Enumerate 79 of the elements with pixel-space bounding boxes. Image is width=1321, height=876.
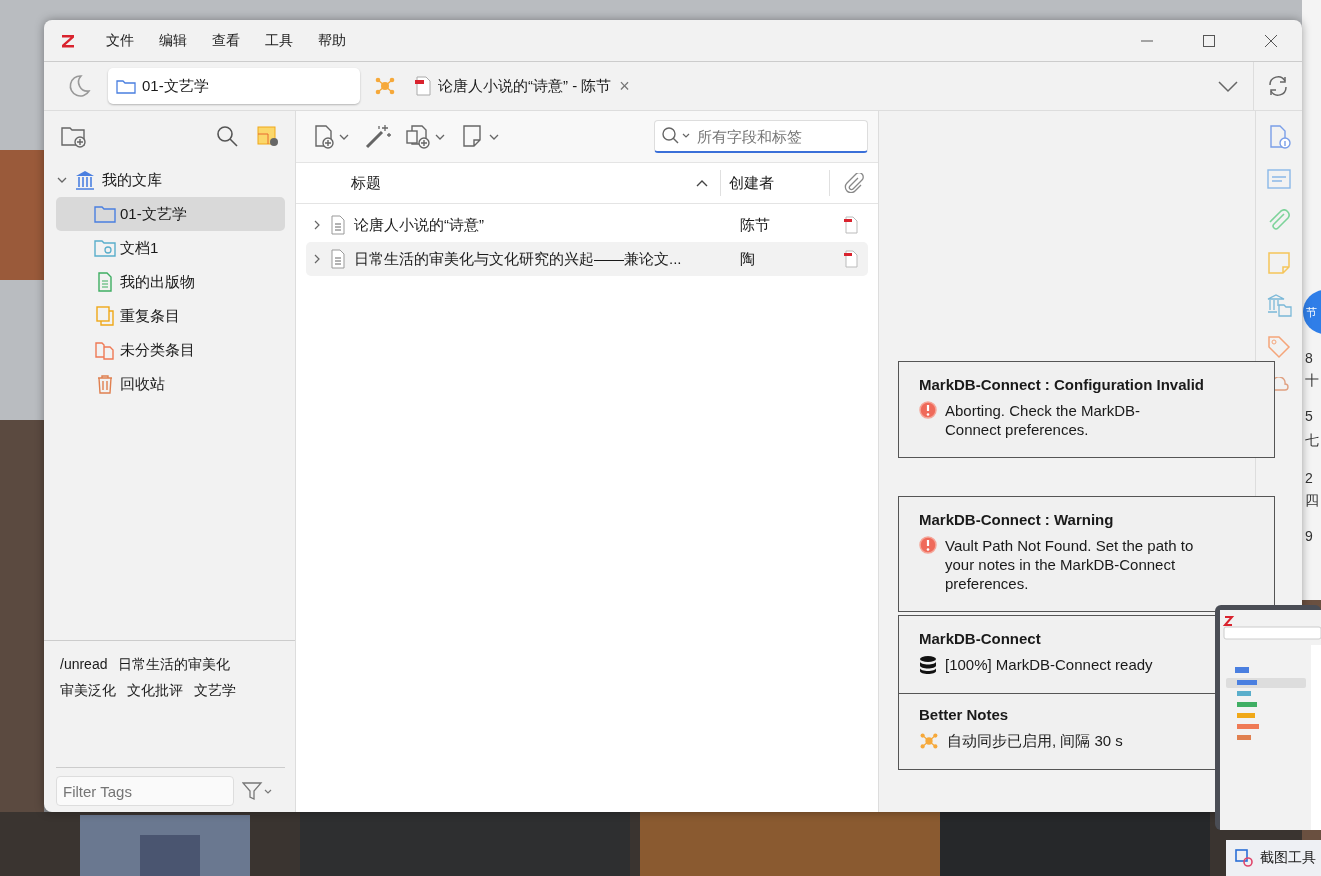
library-tab[interactable]: 01-文艺学 [108, 68, 360, 104]
calendar-date: 9 [1305, 528, 1313, 544]
paperclip-icon[interactable] [1267, 209, 1291, 233]
error-icon [919, 536, 937, 554]
better-notes-icon [919, 731, 939, 751]
notification-message: Vault Path Not Found. Set the path to your notes in the MarkDB-Connect preferences. [945, 536, 1195, 593]
notification-title: MarkDB-Connect : Warning [919, 511, 1115, 528]
chevron-down-icon[interactable] [1217, 79, 1239, 93]
search-bar[interactable]: 所有字段和标签 [654, 120, 868, 153]
item-row[interactable]: 日常生活的审美化与文化研究的兴起——兼论文... 陶 [306, 242, 868, 276]
collection-item[interactable]: 01-文艺学 [56, 197, 285, 231]
collection-item[interactable]: 文档1 [56, 231, 285, 265]
chevron-right-icon[interactable] [312, 219, 322, 231]
search-icon[interactable] [215, 124, 239, 148]
notification-title: Better Notes [919, 706, 1010, 723]
notification-message: 自动同步已启用, 间隔 30 s [947, 731, 1124, 750]
calendar-date: 2 [1305, 470, 1313, 486]
search-field[interactable]: 所有字段和标签 [695, 126, 867, 146]
menu-item[interactable]: 文件 [96, 27, 144, 54]
sync-icon[interactable] [1267, 75, 1289, 97]
item-creator: 陈节 [740, 215, 771, 235]
folder-icon [116, 78, 136, 94]
menu-item[interactable]: 查看 [202, 27, 250, 54]
calendar-date: 5 [1305, 408, 1313, 424]
filter-tags-field[interactable]: Filter Tags [56, 776, 234, 806]
filter-icon[interactable] [242, 781, 272, 801]
document-icon [330, 249, 346, 269]
tag[interactable]: 审美泛化 [60, 679, 116, 701]
chevron-right-icon[interactable] [312, 253, 322, 265]
library-icon [74, 169, 96, 191]
error-icon [919, 401, 937, 419]
notification-title: MarkDB-Connect : Configuration Invalid [919, 376, 1205, 393]
column-header[interactable]: 创建者 [720, 170, 829, 196]
item-title: 论唐人小说的“诗意” [354, 215, 485, 235]
item-row[interactable]: 论唐人小说的“诗意” 陈节 [306, 208, 868, 242]
snipping-tool-icon [1234, 848, 1254, 868]
collection-item[interactable]: 回收站 [56, 367, 285, 401]
snipping-tool-item[interactable]: 截图工具 [1226, 840, 1321, 876]
reader-tab[interactable]: 论唐人小说的“诗意” - 陈节 × [408, 68, 636, 104]
notification-message: Aborting. Check the MarkDB-Connect preferences. [945, 401, 1142, 439]
tag[interactable]: /unread [60, 653, 108, 675]
pdf-icon[interactable] [843, 250, 859, 268]
tag[interactable]: 文艺学 [194, 679, 236, 701]
paperclip-icon[interactable] [844, 173, 864, 193]
tag[interactable]: 日常生活的审美化 [118, 653, 231, 675]
collection-item[interactable]: 我的出版物 [56, 265, 285, 299]
app-logo [60, 32, 76, 49]
calendar-date: 七 [1305, 432, 1319, 448]
document-icon [330, 215, 346, 235]
info-icon[interactable] [1267, 125, 1291, 149]
notification-title: MarkDB-Connect [919, 630, 1042, 647]
calendar-date: 8 [1305, 350, 1313, 366]
pdf-icon [414, 76, 432, 96]
library-item[interactable]: 我的文库 [56, 163, 285, 197]
library-label: 我的文库 [102, 170, 162, 190]
calendar-date: 十 [1305, 372, 1319, 388]
notification-message: [100%] MarkDB-Connect ready [945, 655, 1154, 674]
collection-item[interactable]: 重复条目 [56, 299, 285, 333]
menu-item[interactable]: 编辑 [149, 27, 197, 54]
sort-ascending-icon[interactable] [696, 179, 708, 187]
item-title: 日常生活的审美化与文化研究的兴起——兼论文... [354, 249, 683, 269]
maximize-icon[interactable] [1202, 33, 1216, 48]
database-icon [919, 655, 937, 675]
folder-icon [94, 204, 116, 224]
menu-item[interactable]: 帮助 [308, 27, 356, 54]
pdf-icon[interactable] [843, 216, 859, 234]
files-icon [94, 340, 116, 360]
screenshot-preview-drawing[interactable] [1215, 605, 1321, 830]
column-header[interactable]: 标题 [351, 173, 696, 193]
tag[interactable]: 文化批评 [127, 679, 183, 701]
calendar-date: 四 [1305, 492, 1319, 508]
item-creator: 陶 [740, 249, 756, 269]
duplicate-icon [94, 306, 116, 326]
search-folder-icon [94, 238, 116, 258]
menu-item[interactable]: 工具 [255, 27, 303, 54]
magic-wand-icon[interactable] [364, 123, 392, 150]
note-settings-icon[interactable] [257, 125, 279, 147]
collection-item[interactable]: 未分类条目 [56, 333, 285, 367]
close-icon[interactable] [1264, 33, 1278, 48]
